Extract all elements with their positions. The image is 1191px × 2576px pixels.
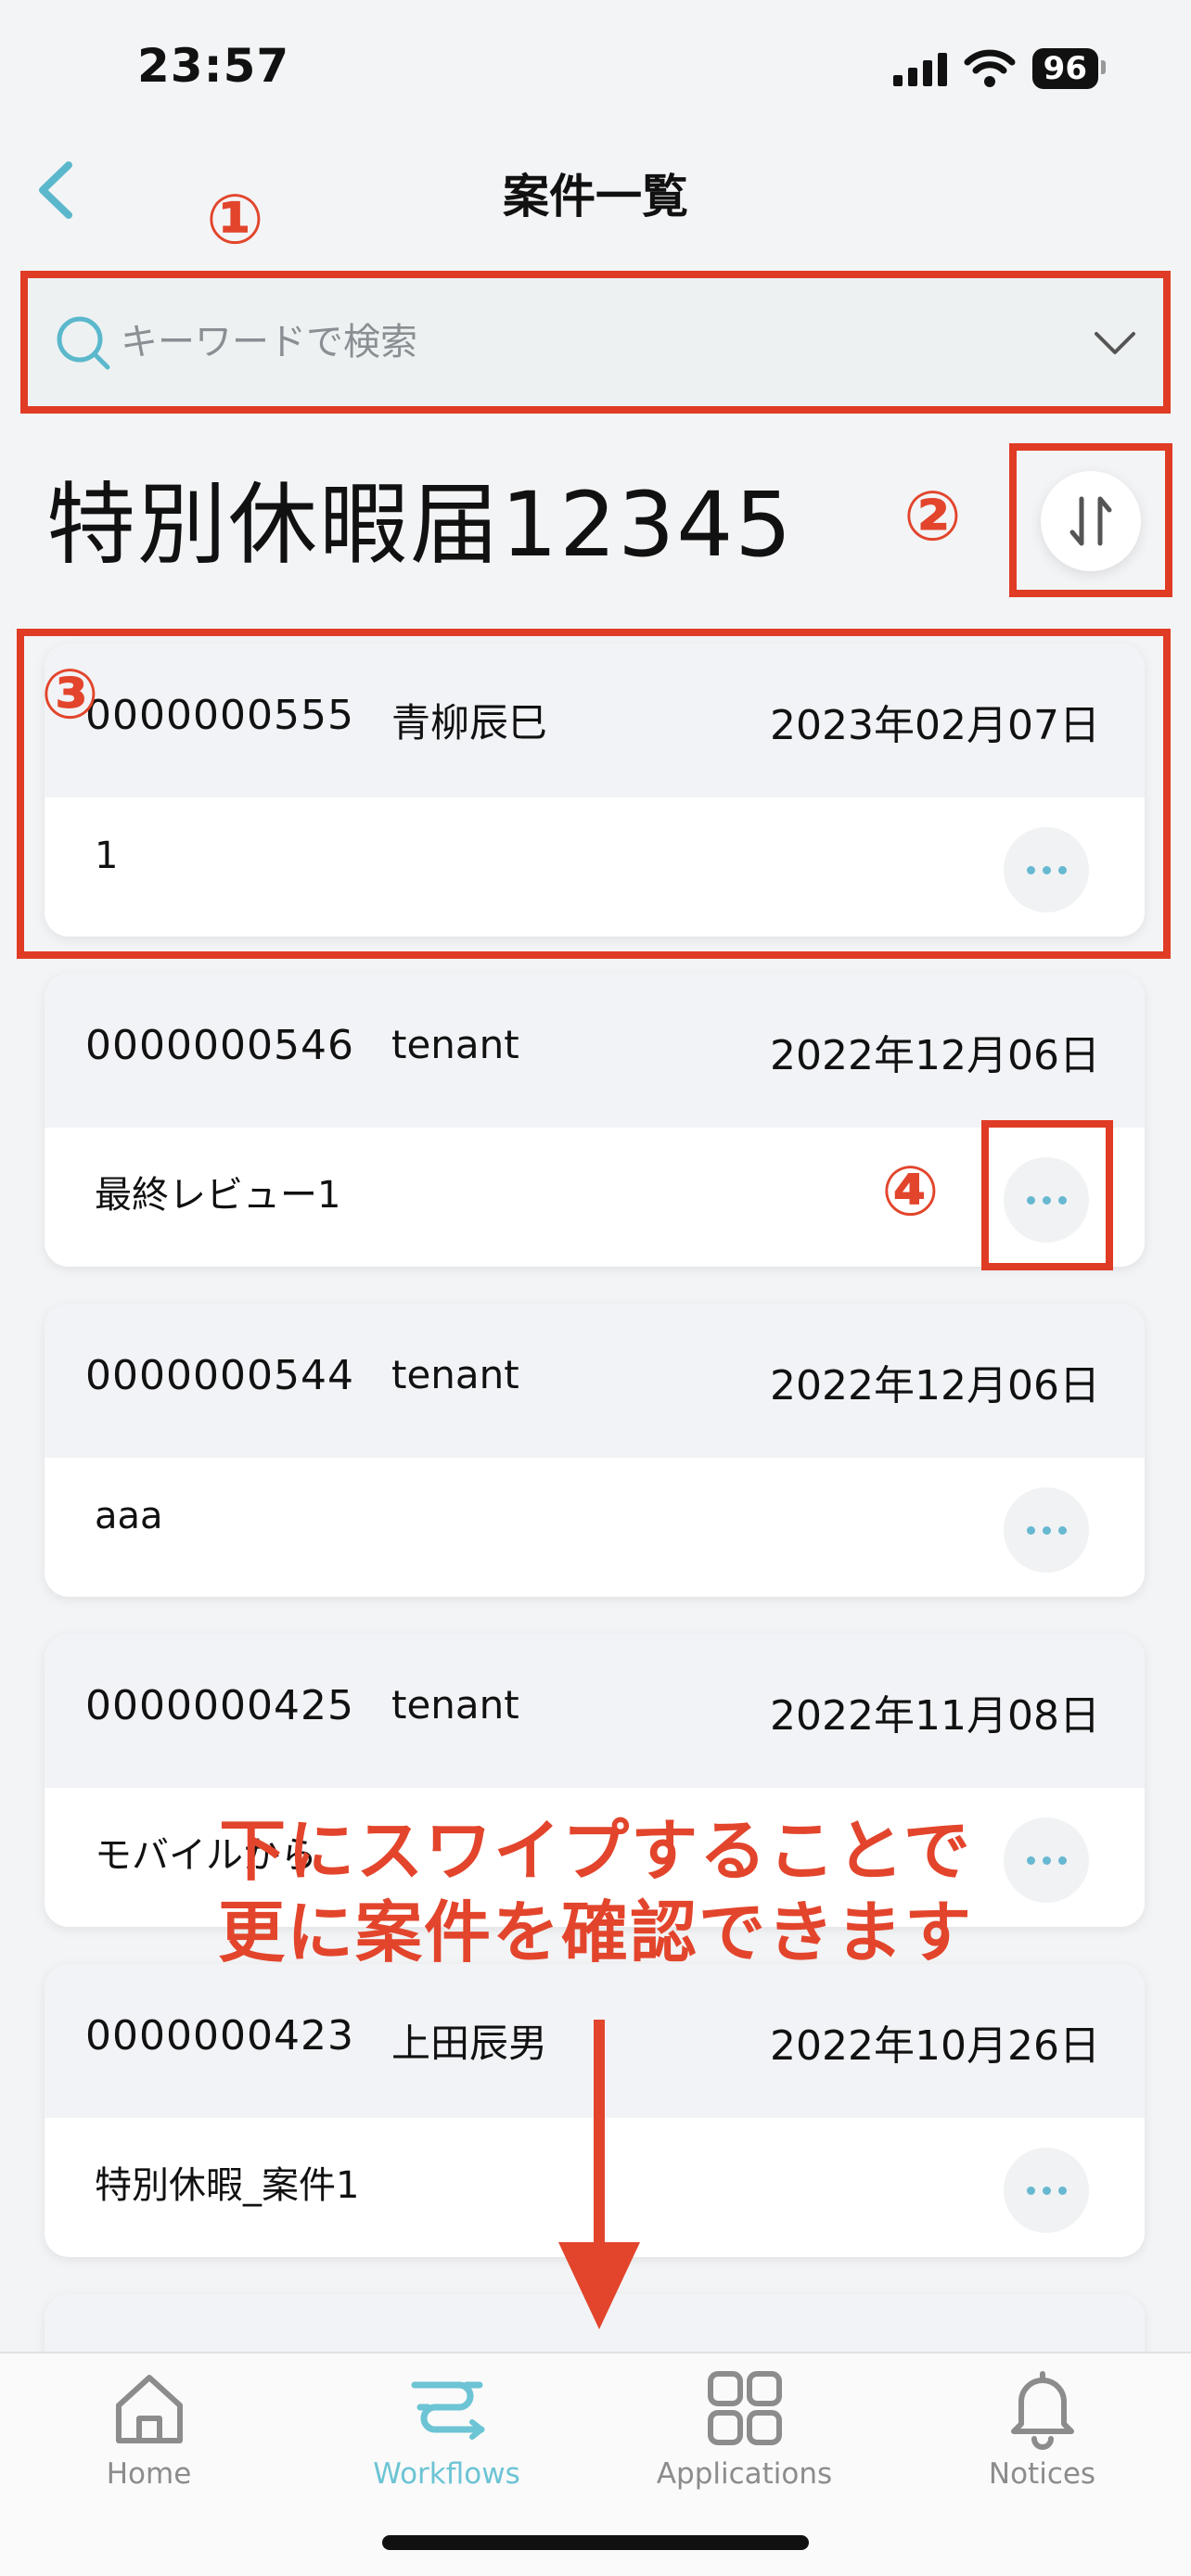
case-date: 2022年11月08日 [770, 1692, 1100, 1740]
case-card-header: 0000000544 tenant 2022年12月06日 [45, 1304, 1145, 1458]
tab-label: Home [106, 2457, 192, 2491]
case-id: 0000000423 [85, 2012, 354, 2060]
grid-icon [707, 2371, 782, 2445]
case-text: 特別休暇_案件1 [95, 2164, 360, 2207]
workflows-icon [411, 2381, 484, 2440]
case-card-body: aaa [45, 1458, 1145, 1597]
case-text: aaa [95, 1495, 163, 1537]
wifi-icon [964, 49, 1016, 87]
case-user: tenant [391, 1352, 519, 1397]
case-card-body: 最終レビュー1 [45, 1128, 1145, 1267]
annotation-box-more [981, 1120, 1113, 1270]
sort-button[interactable] [1041, 471, 1141, 571]
annotation-box-card [17, 629, 1171, 959]
annotation-4: ④ [881, 1152, 940, 1231]
search-input[interactable] [121, 310, 1048, 375]
navigation-header: 案件一覧 [0, 139, 1191, 241]
case-user: 上田辰男 [391, 2021, 548, 2066]
status-time: 23:57 [137, 39, 290, 93]
annotation-1: ① [206, 180, 264, 260]
case-card-header: 0000000546 tenant 2022年12月06日 [45, 974, 1145, 1128]
chevron-down-icon[interactable] [1087, 315, 1143, 371]
case-card[interactable]: 0000000546 tenant 2022年12月06日 最終レビュー1 [45, 974, 1145, 1267]
case-date: 2022年12月06日 [770, 1032, 1100, 1079]
case-id: 0000000544 [85, 1352, 354, 1399]
tab-label: Applications [656, 2457, 833, 2491]
tab-notices[interactable]: Notices [893, 2353, 1191, 2511]
sort-icon [1069, 496, 1112, 546]
case-id: 0000000546 [85, 1022, 354, 1069]
case-text: 最終レビュー1 [95, 1174, 341, 1217]
case-card-header: 0000000425 tenant 2022年11月08日 [45, 1634, 1145, 1788]
case-date: 2022年12月06日 [770, 1362, 1100, 1409]
down-arrow-icon [558, 2020, 640, 2329]
signal-icon [892, 51, 947, 86]
tab-applications[interactable]: Applications [596, 2353, 893, 2511]
case-user: tenant [391, 1022, 519, 1067]
case-date: 2022年10月26日 [770, 2022, 1100, 2070]
annotation-3: ③ [41, 655, 99, 734]
search-bar[interactable] [28, 278, 1163, 406]
case-card[interactable]: 0000000544 tenant 2022年12月06日 aaa [45, 1304, 1145, 1597]
annotation-2: ② [903, 477, 962, 556]
more-options-button[interactable] [1004, 1487, 1089, 1573]
home-indicator [382, 2535, 809, 2550]
tab-home[interactable]: Home [0, 2353, 298, 2511]
page-title: 案件一覧 [503, 170, 688, 223]
status-icons: 96 [892, 48, 1107, 89]
home-icon [115, 2375, 183, 2443]
search-icon [57, 316, 110, 370]
section-title: 特別休暇届12345 [46, 473, 794, 577]
bell-icon [1010, 2371, 1074, 2450]
battery-indicator: 96 [1031, 48, 1107, 89]
case-id: 0000000425 [85, 1682, 354, 1729]
case-user: tenant [391, 1682, 519, 1728]
tab-workflows[interactable]: Workflows [298, 2353, 596, 2511]
swipe-instruction-line-1: 下にスワイプすることで [219, 1812, 972, 1890]
tab-label: Notices [988, 2457, 1096, 2491]
tab-label: Workflows [373, 2457, 520, 2491]
more-options-button[interactable] [1004, 2148, 1089, 2233]
swipe-instruction-line-2: 更に案件を確認できます [217, 1894, 973, 1971]
